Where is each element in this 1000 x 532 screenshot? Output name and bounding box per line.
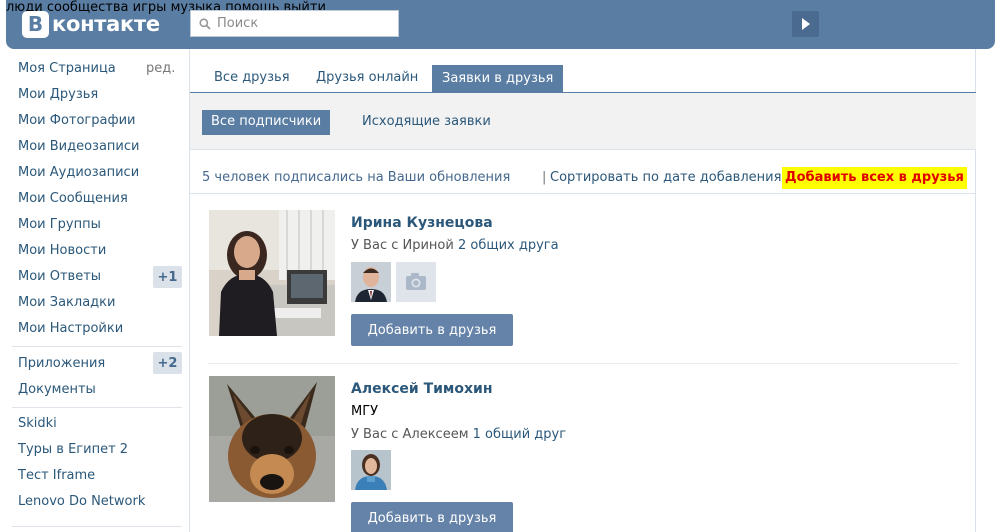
search-input[interactable] [217,16,387,31]
sidebar-divider [12,526,182,527]
sort-by-date-link[interactable]: Сортировать по дате добавления [550,170,781,185]
mutual-friends-text: У Вас с Алексеем 1 общий друг [351,427,566,442]
sidebar-item-apps[interactable]: Приложения [18,356,105,371]
sidebar-divider [12,346,182,347]
requests-summary: 5 человек подписались на Ваши обновления… [190,150,976,194]
mutual-count-link[interactable]: 1 общий друг [473,427,566,442]
woman-photo-icon [209,210,335,336]
mutual-friend-avatar[interactable] [351,450,391,490]
sidebar-divider [12,407,182,408]
top-header: В контакте люди сообщества игры музыка п… [6,0,995,49]
sidebar-item-documents[interactable]: Документы [18,382,96,397]
mutual-prefix: У Вас с Ириной [351,238,458,253]
sidebar-item-photos[interactable]: Мои Фотографии [18,113,135,128]
sidebar-item-egypt-tours[interactable]: Туры в Египет 2 [18,442,128,457]
request-name[interactable]: Алексей Тимохин [351,381,493,397]
tab-all-friends[interactable]: Все друзья [204,64,300,92]
subtab-outgoing-requests[interactable]: Исходящие заявки [353,110,500,135]
requests-subtabs: Все подписчики Исходящие заявки [190,93,976,150]
camera-icon [396,262,436,302]
sidebar-item-news[interactable]: Мои Новости [18,243,106,258]
vk-logo[interactable]: В контакте [22,10,160,38]
sidebar-item-settings[interactable]: Мои Настройки [18,321,123,336]
followers-count-text: 5 человек подписались на Ваши обновления [202,170,511,185]
request-avatar[interactable] [209,210,335,336]
music-play-button[interactable] [792,11,819,37]
mutual-count-link[interactable]: 2 общих друга [458,238,559,253]
tab-friend-requests[interactable]: Заявки в друзья [432,65,564,93]
search-box[interactable] [190,10,399,37]
sidebar-item-groups[interactable]: Мои Группы [18,217,101,232]
mutual-prefix: У Вас с Алексеем [351,427,473,442]
sidebar-item-messages[interactable]: Мои Сообщения [18,191,128,206]
answers-count-badge[interactable]: +1 [153,266,182,288]
sidebar-edit-link[interactable]: ред. [146,61,175,76]
mutual-friends-text: У Вас с Ириной 2 общих друга [351,238,559,253]
search-icon [199,17,211,30]
request-divider [208,363,958,364]
main-content: Все друзья Друзья онлайн Заявки в друзья… [189,49,976,532]
tab-friends-online[interactable]: Друзья онлайн [306,64,428,92]
sidebar-item-answers[interactable]: Мои Ответы [18,269,101,284]
subtab-all-followers[interactable]: Все подписчики [202,110,331,135]
apps-count-badge[interactable]: +2 [153,352,182,374]
sidebar-item-test-iframe[interactable]: Тест Iframe [18,468,95,483]
add-friend-button[interactable]: Добавить в друзья [351,314,513,346]
mutual-friend-avatar[interactable] [351,262,391,302]
request-name[interactable]: Ирина Кузнецова [351,215,493,231]
sidebar-item-my-page[interactable]: Моя Страница [18,61,116,76]
logo-icon: В [22,10,49,38]
man-photo-icon [351,262,391,302]
play-icon [801,18,810,30]
logo-text: контакте [52,12,160,36]
sidebar-item-audio[interactable]: Мои Аудиозаписи [18,165,139,180]
dog-photo-icon [209,376,335,502]
add-all-friends-button[interactable]: Добавить всех в друзья [782,167,967,189]
sidebar-item-friends[interactable]: Мои Друзья [18,87,98,102]
sidebar-item-videos[interactable]: Мои Видеозаписи [18,139,139,154]
request-avatar[interactable] [209,376,335,502]
sidebar-item-skidki[interactable]: Skidki [18,416,57,431]
add-friend-button[interactable]: Добавить в друзья [351,502,513,532]
request-university[interactable]: МГУ [351,404,378,419]
friends-tabs: Все друзья Друзья онлайн Заявки в друзья [190,49,976,93]
sidebar-item-bookmarks[interactable]: Мои Закладки [18,295,115,310]
mutual-friend-no-photo[interactable] [396,262,436,302]
sidebar-item-lenovo[interactable]: Lenovo Do Network [18,494,145,509]
woman-photo-icon [351,450,391,490]
summary-divider: | [542,170,547,185]
